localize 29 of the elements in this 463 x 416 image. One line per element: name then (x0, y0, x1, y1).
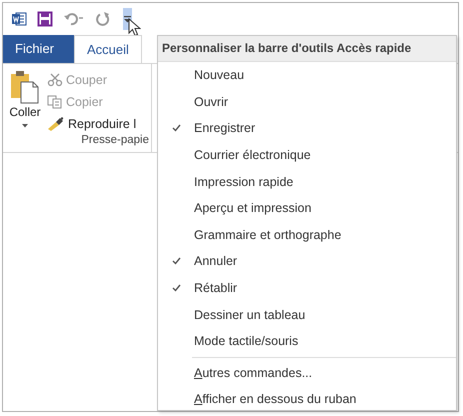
group-label: Presse-papie (80, 134, 150, 148)
word-icon[interactable] (11, 11, 27, 27)
file-tab[interactable]: Fichier (3, 35, 74, 63)
menu-item[interactable]: Courrier électronique (158, 142, 456, 168)
redo-icon[interactable] (95, 11, 111, 27)
paintbrush-icon (47, 117, 65, 131)
menu-item[interactable]: Aperçu et impression (158, 194, 456, 222)
menu-item[interactable]: Mode tactile/souris (158, 328, 456, 355)
caret-icon (22, 124, 28, 128)
ribbon-tab[interactable]: Accueil (74, 35, 142, 63)
cursor-icon (128, 18, 141, 36)
menu-item[interactable]: Autres commandes... (158, 360, 456, 386)
menu-item[interactable]: Enregistrer (158, 115, 456, 142)
menu-item[interactable]: Rétablir (158, 274, 456, 302)
scissors-icon (47, 73, 63, 87)
paste-button[interactable]: Coller (3, 70, 47, 134)
menu-item[interactable]: Impression rapide (158, 168, 456, 195)
ribbon-command[interactable]: Reproduire l (47, 114, 136, 134)
clipboard-icon (10, 70, 40, 104)
menu-item[interactable]: Dessiner un tableau (158, 301, 456, 328)
menu-item[interactable]: Nouveau (158, 62, 456, 89)
menu-item[interactable]: Afficher en dessous du ruban (158, 386, 456, 413)
save-icon[interactable] (37, 11, 53, 27)
menu-item[interactable]: Annuler (158, 248, 456, 275)
copy-icon (47, 95, 63, 109)
undo-icon[interactable] (63, 11, 85, 27)
menu-item[interactable]: Grammaire et orthographe (158, 222, 456, 248)
menu-title: Personnaliser la barre d'outils Accès rapide (158, 36, 456, 62)
menu-item[interactable]: Ouvrir (158, 88, 456, 116)
